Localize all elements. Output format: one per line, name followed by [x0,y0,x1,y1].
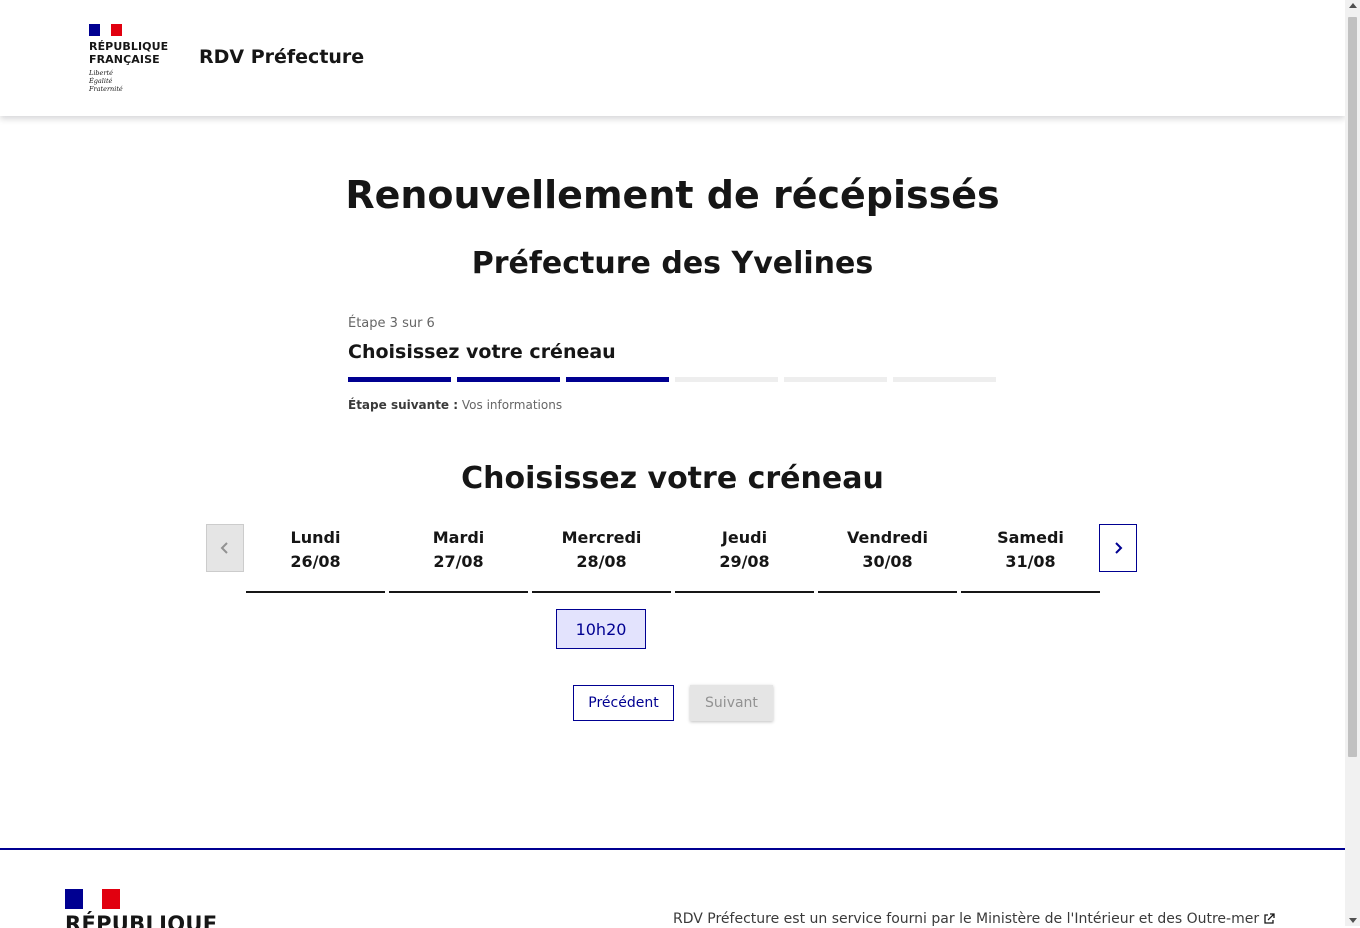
scroll-down-arrow-icon[interactable] [1349,918,1357,923]
motto-fraternite: Fraternité [89,85,123,93]
chevron-right-icon [1115,542,1123,554]
logo-line-1: RÉPUBLIQUE [89,40,169,53]
previous-days-button[interactable] [206,524,244,572]
day-name: Vendredi [847,528,928,547]
previous-step-button[interactable]: Précédent [573,685,674,721]
logo-line-2: FRANÇAISE [89,53,160,66]
step-state: Étape 3 sur 6 [348,316,435,331]
motto-liberte: Liberté [89,69,113,77]
logo-text: RÉPUBLIQUE FRANÇAISE [89,40,168,66]
next-step-button[interactable]: Suivant [690,685,773,721]
step-bar-6 [893,377,996,382]
stepper: Étape 3 sur 6 Choisissez votre créneau É… [348,316,998,412]
day-date: 26/08 [290,552,341,571]
day-date: 30/08 [862,552,913,571]
step-bar-2 [457,377,560,382]
footer-service-link[interactable]: RDV Préfecture est un service fourni par… [673,911,1275,927]
step-title: Choisissez votre créneau [348,341,616,363]
day-name: Samedi [997,528,1064,547]
step-bar-3 [566,377,669,382]
footer-service-text: RDV Préfecture est un service fourni par… [673,911,1260,927]
time-slot-button[interactable]: 10h20 [556,609,646,649]
day-date: 29/08 [719,552,770,571]
day-name: Mercredi [561,528,642,547]
prefecture-name: Préfecture des Yvelines [471,246,874,281]
site-header: RÉPUBLIQUE FRANÇAISE Liberté Égalité Fra… [0,0,1345,116]
day-column: Lundi 26/08 [246,524,385,593]
motto-egalite: Égalité [89,77,113,85]
next-step-value: Vos informations [461,398,563,412]
step-bar-4 [675,377,778,382]
day-name: Mardi [432,528,485,547]
republique-francaise-logo[interactable]: RÉPUBLIQUE FRANÇAISE Liberté Égalité Fra… [89,24,168,93]
day-date: 31/08 [1005,552,1056,571]
french-flag-icon [65,889,120,909]
vertical-scrollbar[interactable] [1345,0,1360,926]
site-name-link[interactable]: RDV Préfecture [199,46,364,68]
section-title: Choisissez votre créneau [461,461,884,496]
scroll-up-arrow-icon[interactable] [1349,3,1357,8]
day-column: Samedi 31/08 [961,524,1100,593]
motto: Liberté Égalité Fraternité [89,69,168,93]
day-column: Vendredi 30/08 [818,524,957,593]
day-name: Jeudi [721,528,768,547]
day-column: Mardi 27/08 [389,524,528,593]
day-date: 27/08 [433,552,484,571]
site-footer: RÉPUBLIQUE RDV Préfecture est un service… [0,848,1345,928]
scrollbar-thumb[interactable] [1348,17,1357,757]
step-bar-1 [348,377,451,382]
next-step-label: Étape suivante : [348,398,459,412]
chevron-left-icon [220,542,228,554]
page-title: Renouvellement de récépissés [345,173,1000,217]
day-column: Mercredi 28/08 [532,524,671,593]
day-columns: Lundi 26/08 Mardi 27/08 Mercredi 28/08 J… [246,524,1100,593]
next-days-button[interactable] [1099,524,1137,572]
day-date: 28/08 [576,552,627,571]
step-progress-bars [348,377,998,382]
day-column: Jeudi 29/08 [675,524,814,593]
french-flag-icon [89,24,122,36]
day-name: Lundi [290,528,341,547]
next-step-info: Étape suivante : Vos informations [348,398,998,412]
step-bar-5 [784,377,887,382]
external-link-icon [1264,913,1275,924]
